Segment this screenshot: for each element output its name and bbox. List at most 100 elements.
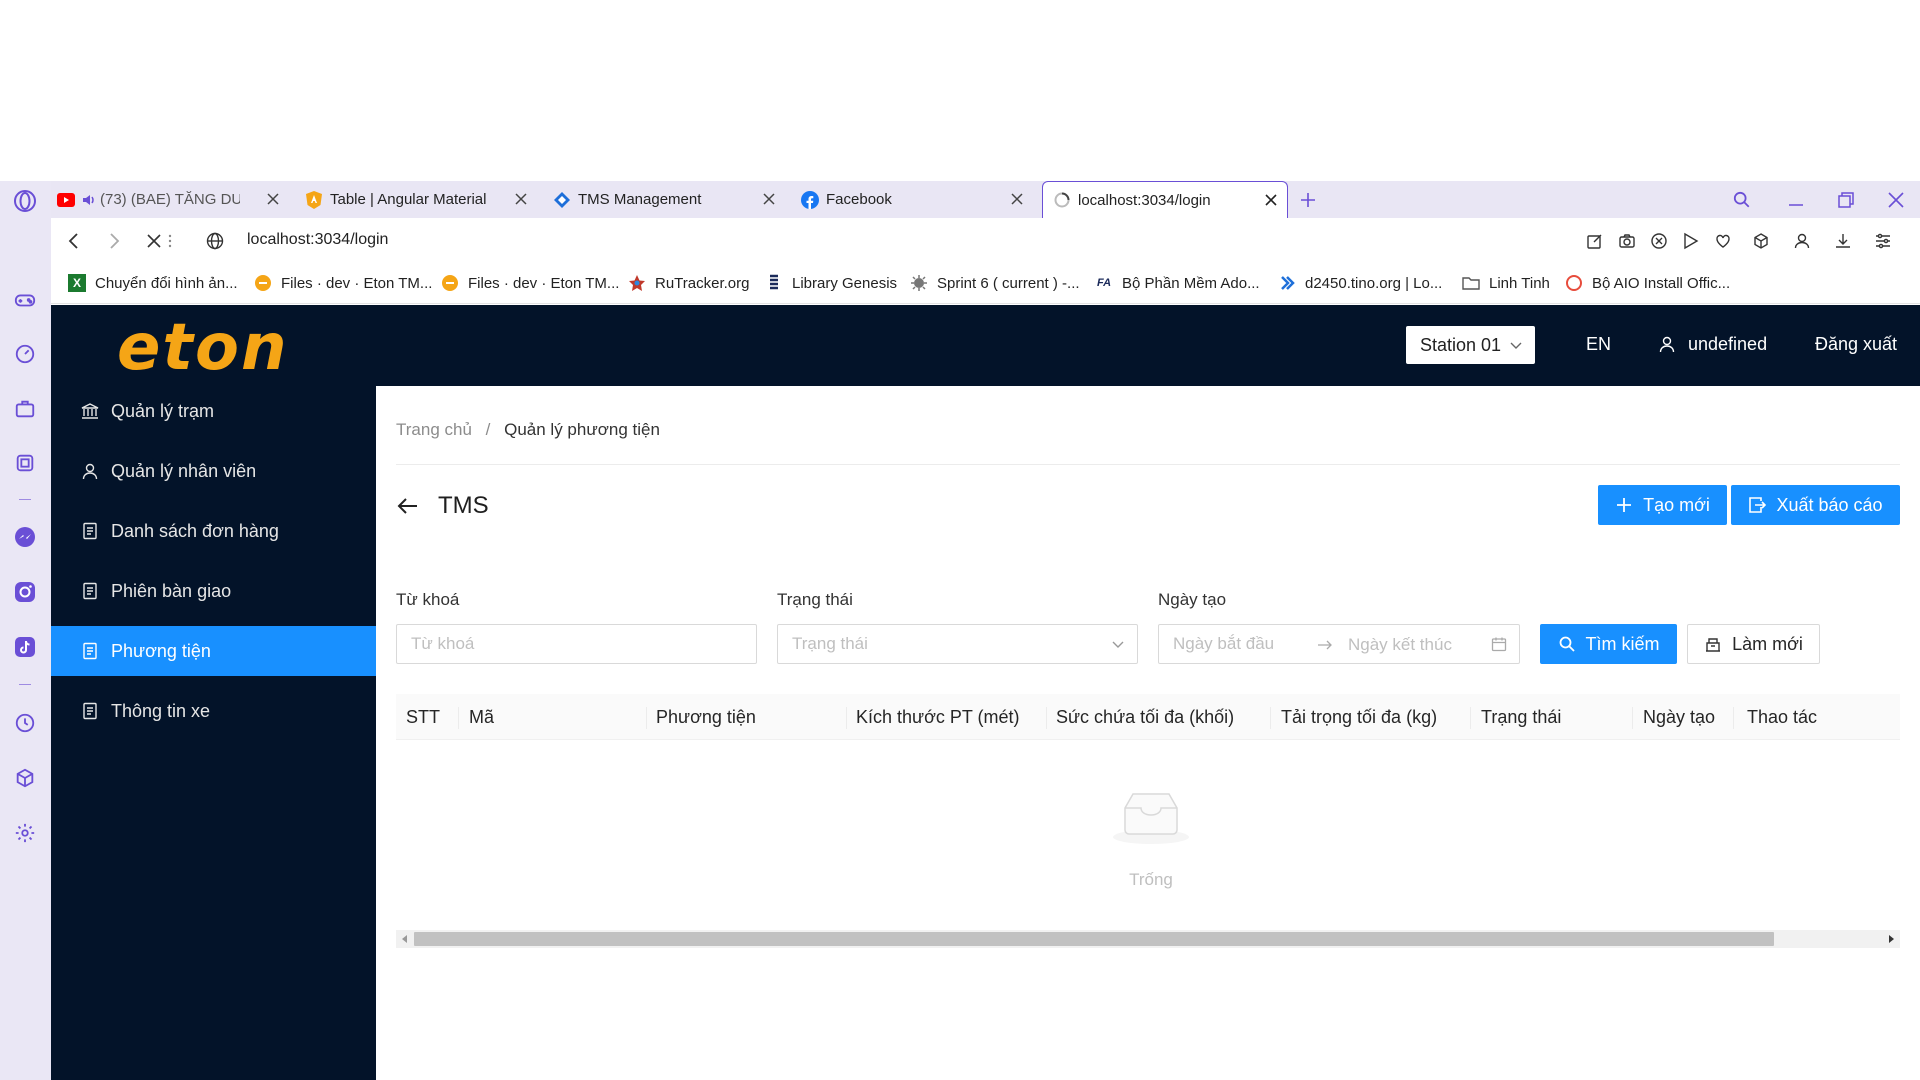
date-range-picker[interactable]: Ngày bắt đầu Ngày kết thúc [1158,624,1520,664]
bookmark-label: Files · dev · Eton TM... [281,274,433,292]
breadcrumb-home[interactable]: Trang chủ [396,420,472,439]
scroll-left-icon[interactable] [400,934,410,944]
account-icon[interactable] [1790,229,1814,253]
search-button[interactable]: Tìm kiếm [1540,624,1677,664]
bookmark-item[interactable]: X Chuyển đổi hình ản... [68,264,238,302]
close-icon[interactable] [761,191,777,207]
bookmark-label: Linh Tinh [1489,274,1550,292]
bookmark-item[interactable]: Files · dev · Eton TM... [254,264,432,302]
bookmark-item[interactable]: Files · dev · Eton TM... [441,264,619,302]
bookmark-item[interactable]: Sprint 6 ( current ) -... [910,264,1080,302]
minimize-button[interactable] [1787,181,1811,218]
opera-logo-icon[interactable] [13,189,37,213]
bookmark-item[interactable]: FA Bộ Phần Mềm Ado... [1095,264,1260,302]
restore-button[interactable] [1837,181,1861,218]
column-header[interactable]: Phương tiện [656,694,756,740]
reset-button[interactable]: Làm mới [1687,624,1820,664]
heart-icon[interactable] [1711,229,1735,253]
column-header[interactable]: Sức chứa tối đa (khối) [1056,694,1234,740]
column-header[interactable]: Kích thước PT (mét) [856,694,1020,740]
close-icon[interactable] [1263,192,1279,208]
settings-icon[interactable] [13,821,37,845]
history-icon[interactable] [13,711,37,735]
horizontal-scrollbar[interactable] [396,930,1900,948]
url-text[interactable]: localhost:3034/login [247,231,388,249]
bookmark-item[interactable]: d2450.tino.org | Lo... [1278,264,1442,302]
column-header[interactable]: Thao tác [1747,694,1817,740]
sidebar-item-vehicles[interactable]: Phương tiện [51,626,376,676]
column-header[interactable]: Mã [469,694,494,740]
more-dots-icon[interactable] [165,229,175,253]
new-tab-button[interactable] [1299,181,1327,218]
create-button[interactable]: Tạo mới [1598,485,1727,525]
stop-loading-icon[interactable] [142,229,166,253]
bookmark-item[interactable]: Library Genesis [765,264,897,302]
export-report-button[interactable]: Xuất báo cáo [1731,485,1900,525]
speed-dial-icon[interactable] [13,342,37,366]
tab-localhost[interactable]: localhost:3034/login [1042,181,1288,218]
close-icon[interactable] [265,191,281,207]
tab-search-button[interactable] [1733,181,1757,218]
column-header[interactable]: Tải trọng tối đa (kg) [1281,694,1437,740]
document-icon [81,702,99,720]
sidebar-item-vehicle-info[interactable]: Thông tin xe [51,686,376,736]
scrollbar-thumb[interactable] [414,932,1774,946]
minimize-icon [1787,191,1805,209]
instagram-icon[interactable] [13,580,37,604]
close-window-button[interactable] [1887,181,1911,218]
sidebar-item-staff[interactable]: Quản lý nhân viên [51,446,376,496]
gamepad-icon[interactable] [13,288,37,312]
tab-angular[interactable]: Table | Angular Material [305,181,537,218]
back-icon[interactable] [62,229,86,253]
rail-divider [19,499,31,500]
forward-icon[interactable] [102,229,126,253]
tab-facebook[interactable]: Facebook [801,181,1033,218]
empty-text: Trống [1129,870,1173,889]
cube-icon[interactable] [1749,229,1773,253]
bookmark-item[interactable]: Linh Tinh [1462,264,1550,302]
briefcase-icon[interactable] [13,397,37,421]
date-end-placeholder[interactable]: Ngày kết thúc [1348,635,1452,655]
station-select[interactable]: Station 01 [1406,326,1535,364]
bookmark-label: Sprint 6 ( current ) -... [937,274,1080,292]
column-header[interactable]: Trạng thái [1481,694,1561,740]
bookmark-item[interactable]: RuTracker.org [628,264,749,302]
bookmark-item[interactable]: Bộ AIO Install Offic... [1565,264,1730,302]
eton-logo[interactable]: eton [117,311,289,385]
logout-link[interactable]: Đăng xuất [1815,334,1897,355]
camera-icon[interactable] [1615,229,1639,253]
sidebar-item-station[interactable]: Quản lý trạm [51,386,376,436]
block-icon[interactable] [1647,229,1671,253]
messenger-icon[interactable] [13,525,37,549]
scroll-right-icon[interactable] [1886,934,1896,944]
column-header[interactable]: STT [406,694,440,740]
keyword-input[interactable] [411,634,756,654]
edit-icon[interactable] [1583,229,1607,253]
language-switch[interactable]: EN [1586,334,1611,355]
extensions-icon[interactable] [13,451,37,475]
download-icon[interactable] [1831,229,1855,253]
sidebar-item-handover[interactable]: Phiên bàn giao [51,566,376,616]
cube-icon[interactable] [13,766,37,790]
tiktok-icon[interactable] [13,635,37,659]
easy-setup-icon[interactable] [1871,229,1895,253]
sidebar-item-orders[interactable]: Danh sách đơn hàng [51,506,376,556]
send-icon[interactable] [1679,229,1703,253]
create-button-label: Tạo mới [1643,494,1710,515]
tab-tms-management[interactable]: TMS Management [553,181,785,218]
user-name[interactable]: undefined [1688,334,1767,355]
globe-icon[interactable] [203,229,227,253]
keyword-field[interactable] [396,624,757,664]
chevron-down-icon [1111,637,1125,651]
tab-youtube[interactable]: (73) (BAE) TĂNG DUY T/ [57,181,289,218]
status-label: Trạng thái [777,590,853,609]
table-header: STT Mã Phương tiện Kích thước PT (mét) S… [396,694,1900,740]
close-icon[interactable] [1009,191,1025,207]
document-icon [81,522,99,540]
status-select[interactable]: Trạng thái [777,624,1138,664]
column-header[interactable]: Ngày tạo [1643,694,1715,740]
close-icon[interactable] [513,191,529,207]
back-arrow-icon[interactable] [396,494,420,518]
date-start-placeholder[interactable]: Ngày bắt đầu [1173,634,1274,654]
speaker-icon[interactable] [82,191,96,209]
